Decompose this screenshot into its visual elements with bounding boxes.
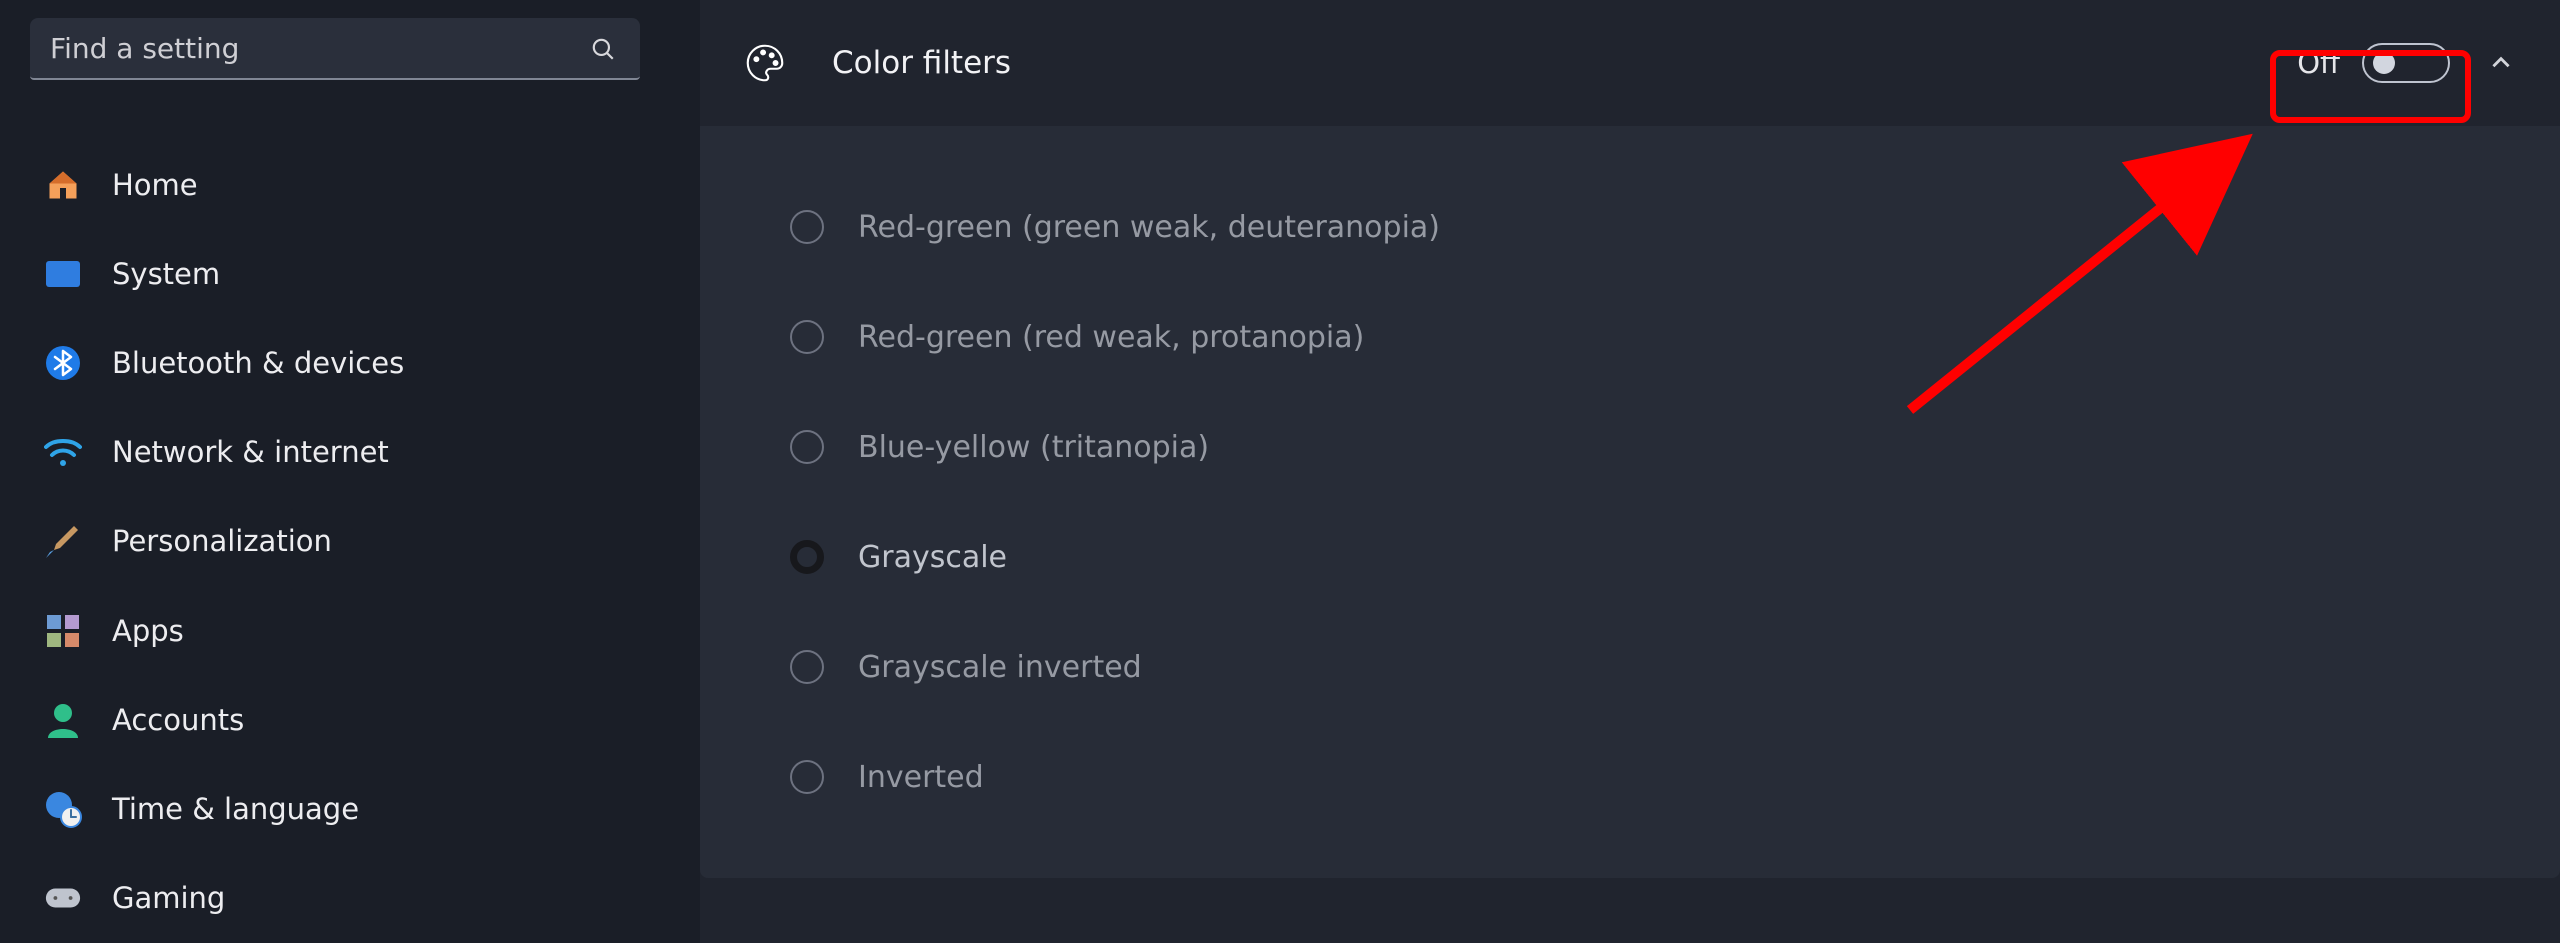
- person-icon: [44, 701, 82, 739]
- sidebar-item-label: Apps: [112, 614, 184, 648]
- apps-icon: [44, 612, 82, 650]
- collapse-chevron-icon[interactable]: [2488, 50, 2514, 76]
- sidebar-item-apps[interactable]: Apps: [30, 586, 670, 675]
- clock-globe-icon: [44, 790, 82, 828]
- sidebar-item-label: Accounts: [112, 703, 244, 737]
- sidebar-item-label: Time & language: [112, 792, 359, 826]
- sidebar-item-personalization[interactable]: Personalization: [30, 497, 670, 586]
- wifi-icon: [44, 433, 82, 471]
- sidebar-item-gaming[interactable]: Gaming: [30, 854, 670, 943]
- home-icon: [44, 166, 82, 204]
- option-grayscale-inverted[interactable]: Grayscale inverted: [790, 612, 2560, 722]
- option-protanopia[interactable]: Red-green (red weak, protanopia): [790, 282, 2560, 392]
- option-grayscale[interactable]: Grayscale: [790, 502, 2560, 612]
- header-title: Color filters: [832, 45, 1011, 81]
- radio-icon: [790, 320, 824, 354]
- radio-icon: [790, 430, 824, 464]
- option-label: Red-green (green weak, deuteranopia): [858, 210, 1440, 245]
- system-icon: [44, 255, 82, 293]
- option-deuteranopia[interactable]: Red-green (green weak, deuteranopia): [790, 172, 2560, 282]
- sidebar-item-network[interactable]: Network & internet: [30, 408, 670, 497]
- paintbrush-icon: [44, 522, 82, 560]
- sidebar-item-label: Personalization: [112, 524, 332, 558]
- sidebar-item-label: Bluetooth & devices: [112, 346, 404, 380]
- sidebar-item-bluetooth[interactable]: Bluetooth & devices: [30, 318, 670, 407]
- sidebar-item-label: System: [112, 257, 220, 291]
- option-label: Red-green (red weak, protanopia): [858, 320, 1364, 355]
- option-tritanopia[interactable]: Blue-yellow (tritanopia): [790, 392, 2560, 502]
- radio-icon: [790, 540, 824, 574]
- search-icon: [590, 36, 616, 62]
- option-inverted[interactable]: Inverted: [790, 722, 2560, 832]
- option-label: Grayscale inverted: [858, 650, 1142, 685]
- color-filter-options: Red-green (green weak, deuteranopia) Red…: [700, 126, 2560, 878]
- sidebar-item-time-language[interactable]: Time & language: [30, 765, 670, 854]
- search-wrap: [30, 18, 640, 80]
- radio-icon: [790, 210, 824, 244]
- radio-icon: [790, 760, 824, 794]
- sidebar-item-system[interactable]: System: [30, 229, 670, 318]
- sidebar-item-label: Gaming: [112, 881, 225, 915]
- sidebar-item-home[interactable]: Home: [30, 140, 670, 229]
- annotation-highlight-box: [2270, 50, 2471, 123]
- option-label: Blue-yellow (tritanopia): [858, 430, 1209, 465]
- palette-icon: [742, 40, 788, 86]
- sidebar-item-label: Home: [112, 168, 198, 202]
- option-label: Grayscale: [858, 540, 1007, 575]
- option-label: Inverted: [858, 760, 984, 795]
- radio-icon: [790, 650, 824, 684]
- sidebar-item-label: Network & internet: [112, 435, 389, 469]
- settings-main: Color filters Off Red-green (green weak,…: [700, 0, 2560, 943]
- gamepad-icon: [44, 879, 82, 917]
- search-input[interactable]: [30, 18, 640, 80]
- settings-sidebar: Home System Bluetooth & devices Network …: [0, 0, 700, 943]
- sidebar-item-accounts[interactable]: Accounts: [30, 675, 670, 764]
- bluetooth-icon: [44, 344, 82, 382]
